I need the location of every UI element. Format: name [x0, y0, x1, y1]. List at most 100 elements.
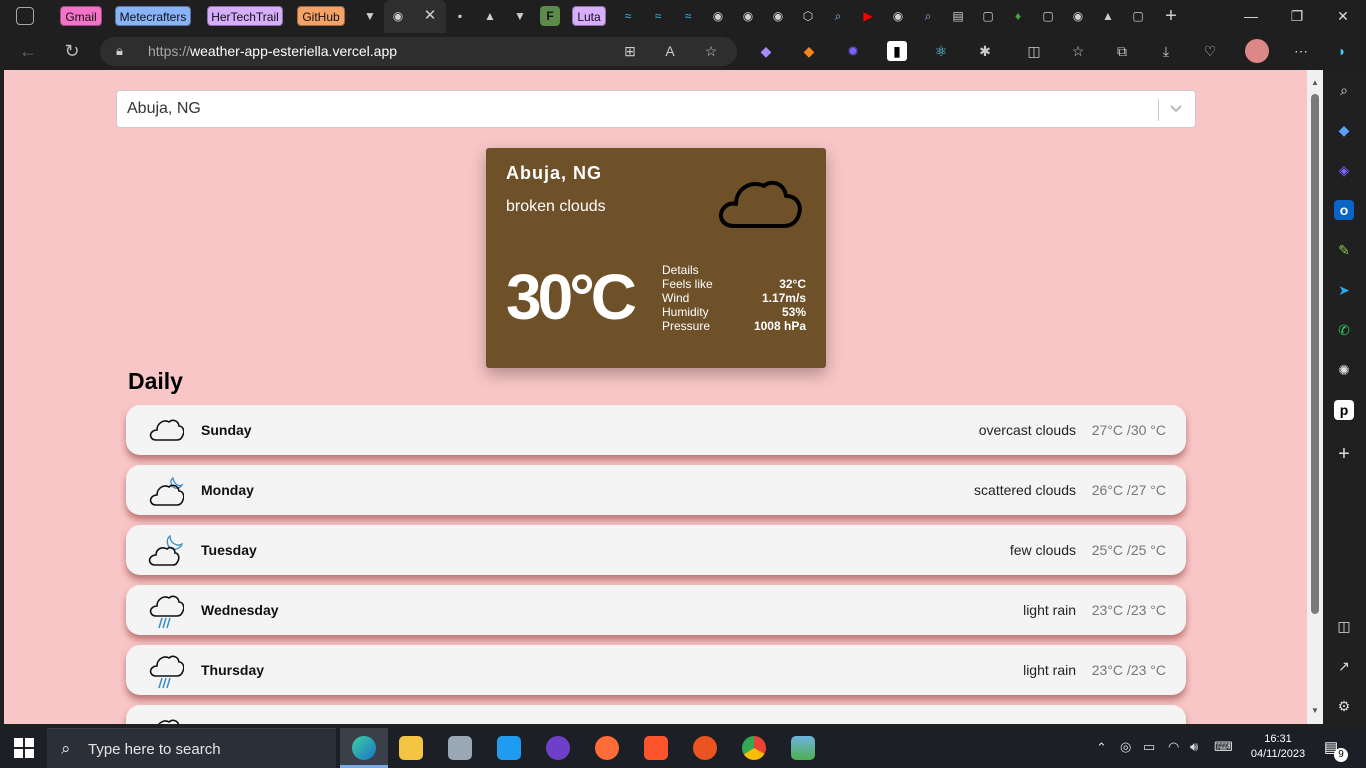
extension-icon[interactable]: ▮ [887, 41, 907, 61]
extension-icon[interactable]: ✹ [843, 41, 863, 61]
github-tab-icon[interactable]: ◉ [768, 6, 788, 26]
collections-icon[interactable]: ⧉ [1112, 41, 1132, 61]
taskbar-search-box[interactable]: ⌕ Type here to search [47, 728, 336, 768]
read-aloud-icon[interactable]: A [660, 41, 680, 61]
shopping-icon[interactable]: ◆ [1334, 120, 1354, 140]
page-tab-icon[interactable]: ▢ [1128, 6, 1148, 26]
f-tab-icon[interactable]: F [540, 6, 560, 26]
copilot-icon[interactable]: ◗ [1332, 41, 1352, 61]
youtube-tab-icon[interactable]: ▶ [858, 6, 878, 26]
minimize-icon[interactable]: — [1228, 4, 1274, 28]
tab-group-luta[interactable]: Luta [572, 6, 606, 26]
search-tab-icon[interactable]: ⌕ [828, 6, 848, 26]
daily-row[interactable]: Monday scattered clouds 26°C /27 °C [126, 465, 1186, 515]
open-external-icon[interactable]: ↗ [1334, 656, 1354, 676]
favorites-icon[interactable]: ☆ [1068, 41, 1088, 61]
vite-tab-icon[interactable]: ▼ [360, 6, 380, 26]
active-tab[interactable]: ◉ ✕ [384, 0, 446, 33]
volume-icon[interactable]: 🔊︎ [1190, 739, 1198, 755]
scrollbar-thumb[interactable] [1311, 94, 1319, 614]
profile-avatar[interactable] [1245, 39, 1269, 63]
tab-group-gmail[interactable]: Gmail [60, 6, 102, 26]
metamask-icon[interactable]: ◆ [799, 41, 819, 61]
tailwind-tab-icon[interactable]: ≈ [648, 6, 668, 26]
daily-row[interactable]: Sunday overcast clouds 27°C /30 °C [126, 405, 1186, 455]
postman-icon[interactable] [595, 736, 619, 760]
workspaces-icon[interactable] [16, 7, 34, 25]
add-app-icon[interactable]: + [1334, 444, 1354, 464]
page-tab-icon[interactable]: ▢ [978, 6, 998, 26]
battery-icon[interactable]: ▭ [1143, 739, 1155, 755]
app-available-icon[interactable]: ⊞ [620, 41, 640, 61]
hide-sidebar-icon[interactable]: ◫ [1334, 616, 1354, 636]
split-screen-icon[interactable]: ◫ [1024, 41, 1044, 61]
chrome-icon[interactable] [742, 736, 766, 760]
react-devtools-icon[interactable]: ⚛ [931, 41, 951, 61]
file-explorer-icon[interactable] [399, 736, 423, 760]
tab-group-hertechtrail[interactable]: HerTechTrail [207, 6, 283, 26]
tailwind-tab-icon[interactable]: ≈ [618, 6, 638, 26]
pinterest-p-icon[interactable]: p [1334, 400, 1354, 420]
daily-row[interactable]: Thursday light rain 23°C /23 °C [126, 645, 1186, 695]
back-icon[interactable]: ← [14, 40, 42, 62]
new-tab-icon[interactable]: + [1161, 6, 1181, 26]
outlook-icon[interactable]: o [1334, 200, 1354, 220]
search-tab-icon[interactable]: ⌕ [918, 6, 938, 26]
tab-group-github[interactable]: GitHub [297, 6, 345, 26]
notes-icon[interactable]: ✎ [1334, 240, 1354, 260]
downloads-icon[interactable]: ⤓ [1156, 41, 1176, 61]
address-bar[interactable]: 🔒︎ https://weather-app-esteriella.vercel… [100, 37, 737, 66]
github-desktop-icon[interactable] [546, 736, 570, 760]
edge-taskbar-button[interactable] [340, 728, 388, 768]
page-scrollbar[interactable]: ▲ ▼ [1307, 70, 1323, 724]
daily-row[interactable]: Wednesday light rain 23°C /23 °C [126, 585, 1186, 635]
settings-more-icon[interactable]: ⋯ [1291, 41, 1311, 61]
sidebar-settings-gear-icon[interactable]: ⚙ [1334, 696, 1354, 716]
location-select[interactable]: Abuja, NG [116, 90, 1196, 128]
vscode-icon[interactable] [497, 736, 521, 760]
chevron-down-icon[interactable] [1169, 99, 1185, 119]
keyboard-icon[interactable]: ⌨ [1214, 739, 1233, 755]
database-tab-icon[interactable]: ▤ [948, 6, 968, 26]
ubuntu-icon[interactable] [693, 736, 717, 760]
close-window-icon[interactable]: ✕ [1320, 4, 1366, 28]
url-text[interactable]: https://weather-app-esteriella.vercel.ap… [148, 43, 397, 59]
favorite-star-icon[interactable]: ☆ [701, 41, 721, 61]
daily-row[interactable]: Tuesday few clouds 25°C /25 °C [126, 525, 1186, 575]
lock-icon[interactable]: 🔒︎ [116, 43, 123, 59]
close-tab-icon[interactable]: ✕ [420, 6, 440, 26]
windows-start-icon[interactable] [14, 738, 34, 758]
vercel-tab-icon[interactable]: ▲ [480, 6, 500, 26]
github-tab-icon[interactable]: ◉ [1068, 6, 1088, 26]
extensions-puzzle-icon[interactable]: ✱ [975, 41, 995, 61]
daily-row[interactable] [126, 705, 1186, 724]
snipping-tool-icon[interactable] [448, 736, 472, 760]
clock[interactable]: 16:31 04/11/2023 [1248, 732, 1308, 762]
chatgpt-icon[interactable]: ✺ [1334, 360, 1354, 380]
whatsapp-icon[interactable]: ✆ [1334, 320, 1354, 340]
github-tab-icon[interactable]: ◉ [738, 6, 758, 26]
photos-icon[interactable] [791, 736, 815, 760]
github-tab-icon[interactable]: ◉ [708, 6, 728, 26]
github-tab-icon[interactable]: ◉ [888, 6, 908, 26]
tab-icon[interactable]: ▪ [450, 6, 470, 26]
chevron-up-icon[interactable]: ⌃ [1096, 740, 1107, 756]
hex-tab-icon[interactable]: ⬡ [798, 6, 818, 26]
vite-tab-icon[interactable]: ▼ [510, 6, 530, 26]
tab-group-metecrafters[interactable]: Metecrafters [115, 6, 191, 26]
browser-essentials-icon[interactable]: ♡ [1200, 41, 1220, 61]
search-icon[interactable]: ⌕ [1334, 80, 1354, 100]
camera-icon[interactable]: ◎ [1120, 739, 1131, 755]
vercel-tab-icon[interactable]: ▲ [1098, 6, 1118, 26]
copilot-icon[interactable]: ◈ [1334, 160, 1354, 180]
wifi-icon[interactable]: ◠ [1168, 739, 1179, 755]
telegram-icon[interactable]: ➤ [1334, 280, 1354, 300]
page-tab-icon[interactable]: ▢ [1038, 6, 1058, 26]
tailwind-tab-icon[interactable]: ≈ [678, 6, 698, 26]
extension-icon[interactable]: ◆ [756, 41, 776, 61]
brave-icon[interactable] [644, 736, 668, 760]
mongodb-tab-icon[interactable]: ♦ [1008, 6, 1028, 26]
scroll-up-icon[interactable]: ▲ [1311, 78, 1319, 87]
scroll-down-icon[interactable]: ▼ [1311, 706, 1319, 715]
restore-icon[interactable]: ❐ [1274, 4, 1320, 28]
